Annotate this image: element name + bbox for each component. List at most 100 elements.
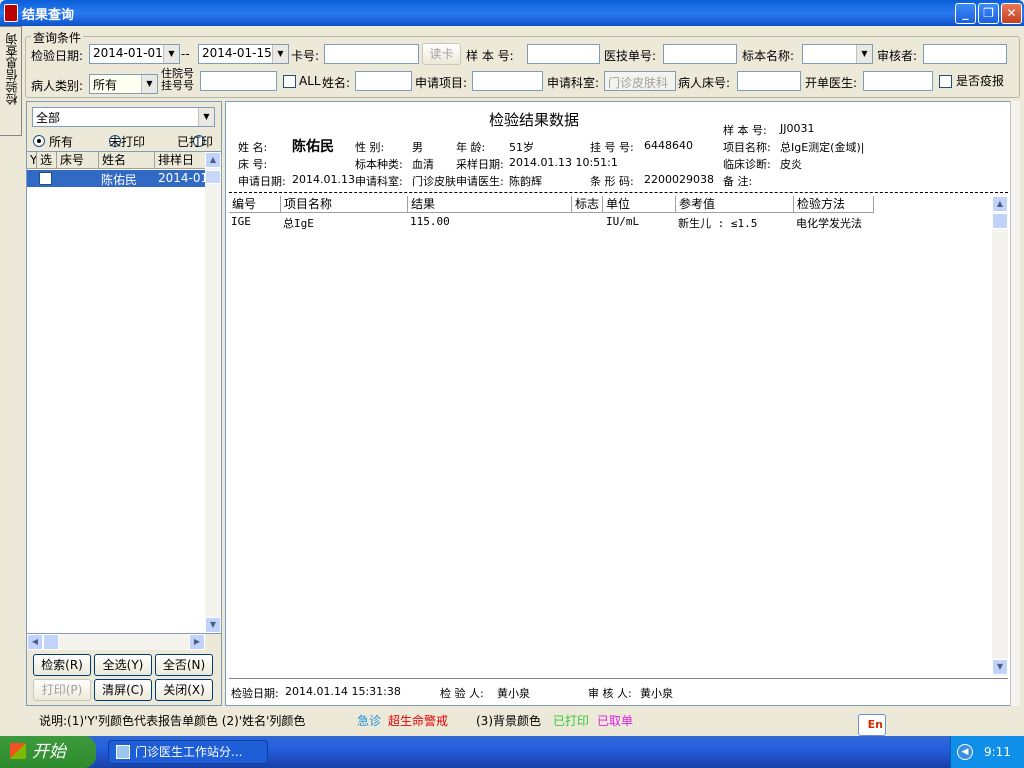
sample-no-value: JJ0031: [780, 122, 815, 135]
date-from-picker[interactable]: 2014-01-01 ▼: [89, 44, 180, 64]
row-name: 陈佑民: [101, 173, 138, 187]
apply-item-input[interactable]: [472, 71, 543, 91]
patient-type-select[interactable]: 所有 ▼: [89, 74, 158, 94]
radio-all[interactable]: [33, 135, 45, 147]
date-separator: --: [181, 47, 190, 61]
maximize-button[interactable]: ❐: [978, 3, 999, 24]
tray-expand-icon[interactable]: ◀: [957, 744, 973, 760]
apply-date-value: 2014.01.13: [292, 173, 355, 186]
table-row[interactable]: IGE 总IgE 115.00 IU/mL 新生儿 : ≤1.5 电化学发光法: [229, 213, 879, 231]
tester-value: 黄小泉: [497, 687, 530, 700]
outer-vscrollbar[interactable]: [1010, 101, 1020, 706]
print-button[interactable]: 打印(P): [33, 679, 91, 701]
col-date[interactable]: 排样日: [155, 152, 206, 169]
sample-no-label: 样 本 号:: [466, 49, 514, 63]
sample-no-input[interactable]: [527, 44, 600, 64]
note-urgent: 急诊: [357, 714, 382, 728]
select-none-button[interactable]: 全否(N): [155, 654, 213, 676]
date-label: 检验日期:: [31, 49, 84, 63]
apply-doctor-value: 陈韵辉: [509, 175, 542, 188]
sex-value: 男: [412, 141, 423, 154]
scroll-up-icon[interactable]: ▲: [992, 196, 1008, 212]
table-row[interactable]: 陈佑民 2014-01: [27, 170, 206, 187]
specimen-type-label: 标本种类:: [355, 158, 403, 171]
apply-dept-input[interactable]: 门诊皮肤科: [604, 71, 676, 91]
col-select[interactable]: 选: [37, 152, 57, 169]
specimen-name-label: 标本名称:: [742, 49, 795, 63]
reg-no-value: 6448640: [644, 139, 693, 152]
patient-name-label: 姓 名:: [238, 141, 268, 154]
col-code[interactable]: 编号: [229, 196, 281, 213]
taskbar-item-doctor-station[interactable]: 门诊医生工作站分...: [108, 740, 268, 764]
chevron-down-icon[interactable]: ▼: [163, 45, 179, 63]
windows-logo-icon: [10, 743, 26, 759]
name-input[interactable]: [355, 71, 412, 91]
col-bed[interactable]: 床号: [57, 152, 99, 169]
age-value: 51岁: [509, 141, 534, 154]
scroll-up-icon[interactable]: ▲: [205, 152, 221, 168]
note-critical: 超生命警戒: [388, 714, 449, 728]
scroll-down-icon[interactable]: ▼: [205, 617, 221, 633]
col-item-name[interactable]: 项目名称: [281, 196, 408, 213]
minimize-button[interactable]: _: [955, 3, 976, 24]
app-icon: [4, 4, 18, 22]
epidemic-checkbox[interactable]: [939, 75, 952, 88]
patient-name-value: 陈佑民: [292, 139, 334, 155]
yj-no-label: 医技单号:: [604, 49, 657, 63]
select-all-button[interactable]: 全选(Y): [94, 654, 152, 676]
card-input[interactable]: [324, 44, 419, 64]
hscroll-thumb[interactable]: [43, 634, 59, 650]
specimen-name-select[interactable]: ▼: [802, 44, 873, 64]
chevron-down-icon[interactable]: ▼: [272, 45, 288, 63]
clear-button[interactable]: 清屏(C): [94, 679, 152, 701]
col-name[interactable]: 姓名: [99, 152, 155, 169]
col-result[interactable]: 结果: [408, 196, 572, 213]
left-vscrollbar[interactable]: [205, 152, 221, 617]
doctor-input[interactable]: [863, 71, 933, 91]
apply-dept-value: 门诊皮肤: [412, 175, 456, 188]
result-code: IGE: [231, 215, 251, 228]
scroll-thumb[interactable]: [205, 170, 221, 184]
chevron-down-icon[interactable]: ▼: [198, 108, 214, 126]
col-reference[interactable]: 参考值: [676, 196, 794, 213]
yj-no-input[interactable]: [663, 44, 737, 64]
col-method[interactable]: 检验方法: [794, 196, 874, 213]
scroll-left-icon[interactable]: ◀: [27, 634, 43, 650]
item-name-value: 总IgE测定(金域)|: [780, 141, 865, 154]
all-checkbox[interactable]: [283, 75, 296, 88]
footer-date-label: 检验日期:: [231, 687, 279, 700]
close-window-button[interactable]: ✕: [1001, 3, 1022, 24]
date-to-picker[interactable]: 2014-01-15 ▼: [198, 44, 289, 64]
col-y[interactable]: Y: [27, 152, 37, 169]
tab-lab-info-query[interactable]: 检验信息查询: [0, 26, 22, 136]
radio-all-label: 所有: [49, 135, 74, 149]
checker-label: 审 核 人:: [588, 687, 632, 700]
radio-printed-label: 已打印: [177, 135, 214, 149]
specimen-type-value: 血清: [412, 158, 434, 171]
col-unit[interactable]: 单位: [603, 196, 676, 213]
doctor-label: 开单医生:: [805, 76, 858, 90]
inpatient-input[interactable]: [200, 71, 277, 91]
bed-input[interactable]: [737, 71, 801, 91]
sample-no-label: 样 本 号:: [723, 124, 767, 137]
close-button[interactable]: 关闭(X): [155, 679, 213, 701]
col-flag[interactable]: 标志: [572, 196, 603, 213]
scroll-right-icon[interactable]: ▶: [189, 634, 205, 650]
scroll-thumb[interactable]: [992, 213, 1008, 229]
filter-select[interactable]: 全部 ▼: [32, 107, 215, 127]
result-method: 电化学发光法: [796, 217, 862, 230]
diagnosis-label: 临床诊断:: [723, 158, 771, 171]
barcode-label: 条 形 码:: [590, 175, 634, 188]
chevron-down-icon[interactable]: ▼: [856, 45, 872, 63]
reviewer-input[interactable]: [923, 44, 1007, 64]
ime-icon[interactable]: En: [858, 714, 886, 736]
reviewer-label: 审核者:: [877, 49, 918, 63]
scroll-down-icon[interactable]: ▼: [992, 659, 1008, 675]
read-card-button[interactable]: 读卡: [422, 43, 461, 65]
result-reference: 新生儿 : ≤1.5: [678, 217, 758, 230]
chevron-down-icon[interactable]: ▼: [141, 75, 157, 93]
row-checkbox[interactable]: [39, 172, 52, 185]
search-button[interactable]: 检索(R): [33, 654, 91, 676]
note-cancelled: 已取单: [597, 714, 634, 728]
report-vscrollbar[interactable]: [992, 196, 1008, 676]
